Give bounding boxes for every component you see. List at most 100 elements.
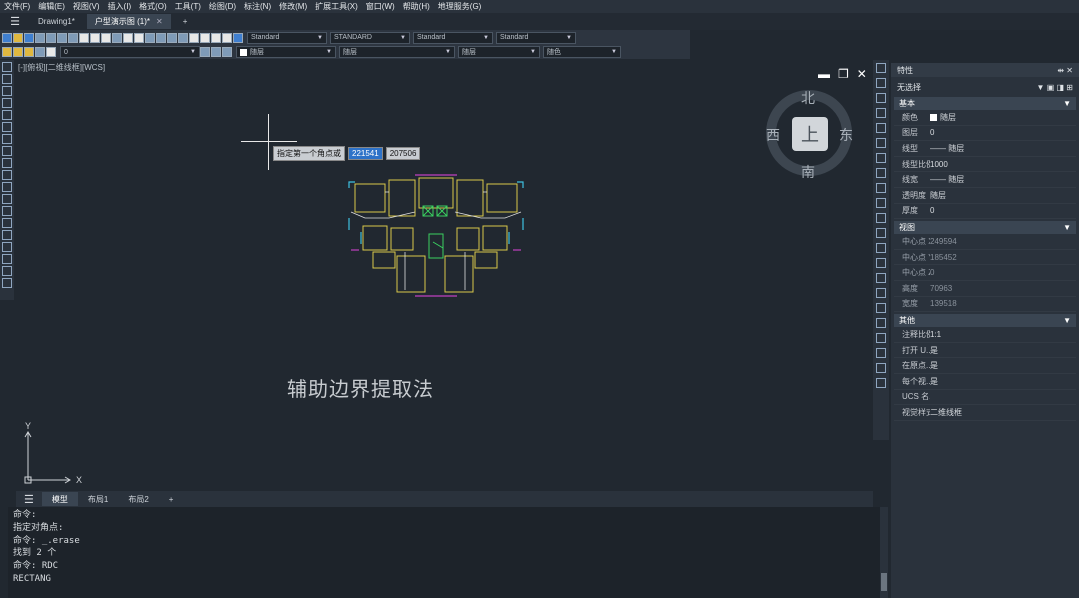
tab-drawing1[interactable]: Drawing1* [30, 14, 83, 29]
zoom-realtime-icon[interactable] [156, 32, 166, 43]
prop-row-ucs-at-origin[interactable]: 在原点... 是 [894, 358, 1076, 374]
x-coordinate-input[interactable]: 221541 [348, 147, 383, 160]
prop-row-lineweight[interactable]: 线宽 —— 随层 [894, 172, 1076, 188]
dim-style-select[interactable]: STANDARD ▼ [330, 31, 410, 44]
pan-icon[interactable] [145, 32, 155, 43]
rectangle-icon[interactable] [2, 110, 12, 120]
pin-icon[interactable]: ⇹ [1057, 66, 1064, 75]
zoom-previous-icon[interactable] [178, 32, 188, 43]
menu-view[interactable]: 视图(V) [73, 1, 100, 12]
stretch-icon[interactable] [876, 183, 886, 193]
group-icon[interactable] [876, 318, 886, 328]
viewport-label[interactable]: [-][俯视][二维线框][WCS] [18, 62, 105, 73]
prop-row-center-x[interactable]: 中心点 X249594 [894, 234, 1076, 250]
layer-previous-icon[interactable] [211, 47, 221, 57]
prop-row-ucs-per-viewport[interactable]: 每个视... 是 [894, 374, 1076, 390]
prop-row-center-y[interactable]: 中心点 Y185452 [894, 250, 1076, 266]
chamfer-icon[interactable] [876, 258, 886, 268]
quick-select-icon[interactable]: ⊞ [1066, 83, 1073, 92]
ungroup-icon[interactable] [876, 333, 886, 343]
selection-select[interactable]: 无选择 ▼ ▣ ◨ ⊞ [894, 81, 1076, 93]
command-scrollbar[interactable] [880, 507, 888, 598]
layer-walk-icon[interactable] [876, 348, 886, 358]
zoom-window-icon[interactable] [167, 32, 177, 43]
prop-row-width[interactable]: 宽度 139518 [894, 297, 1076, 313]
prop-row-color[interactable]: 颜色 随层 [894, 110, 1076, 126]
prop-row-layer[interactable]: 图层 0 [894, 126, 1076, 142]
select-objects-icon[interactable]: ◨ [1057, 83, 1065, 92]
match-properties-icon[interactable] [112, 32, 122, 43]
table-style-select[interactable]: Standard ▼ [413, 31, 493, 44]
region-icon[interactable] [2, 254, 12, 264]
toggle-pickadd-icon[interactable]: ▣ [1047, 83, 1055, 92]
ellipse-icon[interactable] [2, 170, 12, 180]
close-palette-icon[interactable]: ✕ [1066, 66, 1073, 75]
line-icon[interactable] [2, 62, 12, 72]
menu-edit[interactable]: 编辑(E) [38, 1, 65, 12]
erase-icon[interactable] [876, 63, 886, 73]
plotstyle-select[interactable]: 随色 ▼ [543, 46, 621, 58]
scrollbar-thumb[interactable] [881, 573, 887, 591]
linetype-select[interactable]: 随层 ▼ [339, 46, 455, 58]
menu-extension-tools[interactable]: 扩展工具(X) [315, 1, 358, 12]
viewcube-top-face[interactable]: 上 [792, 117, 828, 151]
menu-modify[interactable]: 修改(M) [279, 1, 307, 12]
cut-icon[interactable] [79, 32, 89, 43]
tab-model[interactable]: 模型 [41, 492, 78, 506]
fillet-icon[interactable] [876, 273, 886, 283]
undo-icon[interactable] [123, 32, 133, 43]
prop-row-height[interactable]: 高度 70963 [894, 281, 1076, 297]
menu-draw[interactable]: 绘图(D) [209, 1, 236, 12]
extend-icon[interactable] [876, 213, 886, 223]
polyline-icon[interactable] [2, 86, 12, 96]
prop-row-center-z[interactable]: 中心点 Z0 [894, 265, 1076, 281]
properties-icon[interactable] [189, 32, 199, 43]
menu-dimension[interactable]: 标注(N) [244, 1, 271, 12]
add-layout-button[interactable]: + [159, 492, 184, 506]
color-select[interactable]: 随层 ▼ [236, 46, 336, 58]
menu-tools[interactable]: 工具(T) [175, 1, 201, 12]
layer-isolate-icon[interactable] [222, 47, 232, 57]
join-icon[interactable] [876, 243, 886, 253]
compass-north[interactable]: 北 [801, 88, 815, 108]
menu-format[interactable]: 格式(O) [139, 1, 167, 12]
prop-row-linetype-scale[interactable]: 线型比例1000 [894, 157, 1076, 173]
mirror-icon[interactable] [876, 93, 886, 103]
layout-menu-icon[interactable]: ☰ [16, 493, 42, 506]
hamburger-menu-icon[interactable]: ☰ [0, 15, 30, 28]
prop-row-ucs-on[interactable]: 打开 U... 是 [894, 343, 1076, 359]
close-icon[interactable]: ✕ [857, 67, 867, 81]
multileader-style-select[interactable]: Standard ▼ [496, 31, 576, 44]
calculator-icon[interactable] [233, 32, 243, 43]
lineweight-select[interactable]: 随层 ▼ [458, 46, 540, 58]
break-icon[interactable] [876, 228, 886, 238]
layer-select[interactable]: 0 ▼ [60, 46, 200, 58]
insert-block-icon[interactable] [2, 194, 12, 204]
make-current-layer-icon[interactable] [200, 47, 210, 57]
layer-on-icon[interactable] [13, 47, 23, 57]
menu-help[interactable]: 帮助(H) [403, 1, 430, 12]
command-history[interactable]: 命令: 指定对角点: 命令: _.erase 找到 2 个 命令: RDC RE… [8, 507, 880, 598]
hatch-icon[interactable] [2, 230, 12, 240]
tab-layout1[interactable]: 布局1 [78, 492, 118, 506]
explode-icon[interactable] [876, 288, 886, 298]
arc-icon[interactable] [2, 122, 12, 132]
section-basic[interactable]: 基本 ▼ [894, 97, 1076, 110]
layer-freeze-icon[interactable] [24, 47, 34, 57]
new-file-icon[interactable] [2, 32, 12, 43]
layer-manager-icon[interactable] [2, 47, 12, 57]
print-preview-icon[interactable] [57, 32, 67, 43]
section-other[interactable]: 其他 ▼ [894, 314, 1076, 328]
y-coordinate-input[interactable]: 207506 [385, 147, 421, 160]
table-icon[interactable] [2, 266, 12, 276]
spline-icon[interactable] [2, 158, 12, 168]
prop-row-linetype[interactable]: 线型 —— 随层 [894, 141, 1076, 157]
prop-row-visual-style[interactable]: 视觉样式二维线框 [894, 405, 1076, 421]
circle-icon[interactable] [2, 134, 12, 144]
prop-row-transparency[interactable]: 透明度 随层 [894, 188, 1076, 204]
design-center-icon[interactable] [200, 32, 210, 43]
minimize-icon[interactable]: ▬ [818, 67, 830, 81]
layer-lock-icon[interactable] [35, 47, 45, 57]
polygon-icon[interactable] [2, 98, 12, 108]
tab-layout2[interactable]: 布局2 [118, 492, 158, 506]
